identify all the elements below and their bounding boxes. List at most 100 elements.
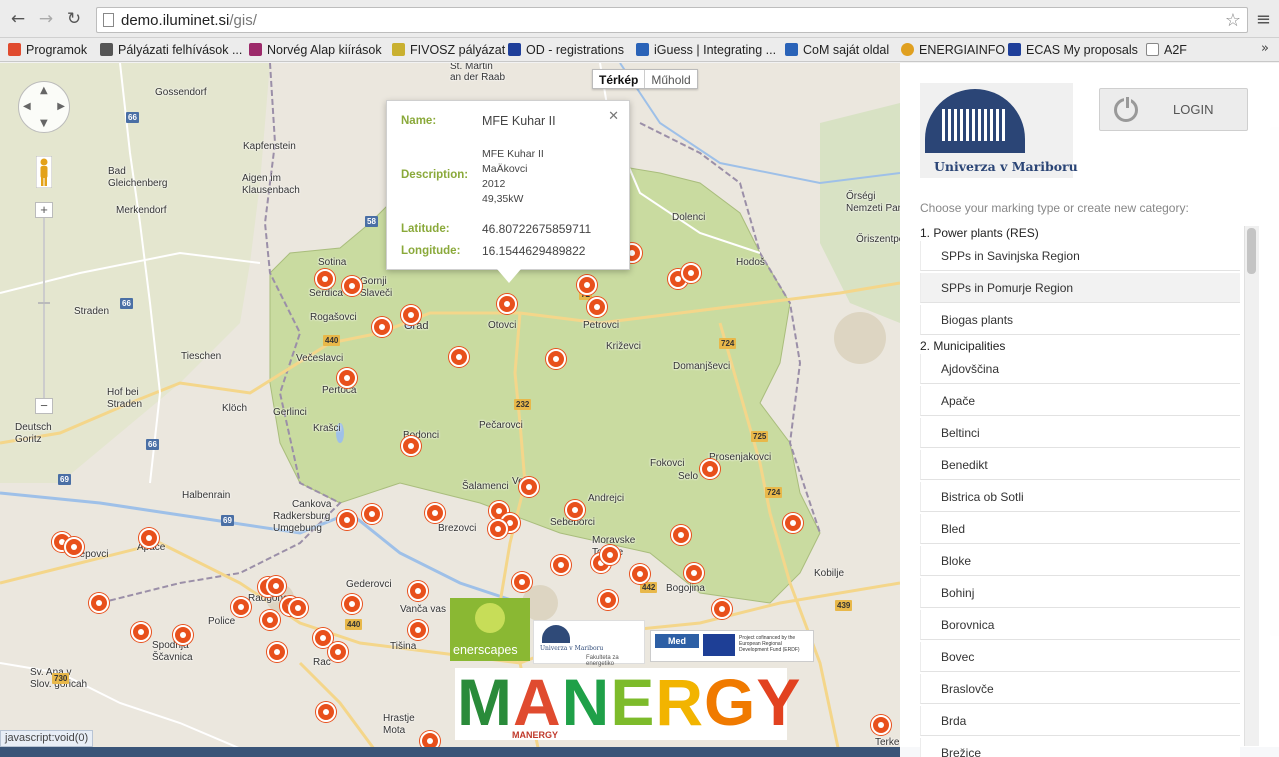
map-canvas[interactable]: Gossendorf St. Martin an der Raab Bad Gl… <box>0 63 900 757</box>
address-bar[interactable]: demo.iluminet.si/gis/ ☆ <box>96 7 1248 33</box>
power-plant-marker[interactable] <box>139 528 159 548</box>
power-plant-marker[interactable] <box>231 597 251 617</box>
bookmark-palyazati[interactable]: Pályázati felhívások ... <box>100 41 242 59</box>
category-item[interactable]: SPPs in Savinjska Region <box>920 241 1240 271</box>
pan-right-icon[interactable]: ▶ <box>57 101 65 112</box>
power-plant-marker[interactable] <box>577 275 597 295</box>
bookmark-fivosz[interactable]: FIVOSZ pályázat <box>392 41 505 59</box>
bookmark-programok[interactable]: Programok <box>8 41 87 59</box>
scrollbar-thumb[interactable] <box>1247 228 1256 274</box>
bookmark-star-icon[interactable]: ☆ <box>1225 10 1241 31</box>
power-plant-marker[interactable] <box>546 349 566 369</box>
power-plant-marker[interactable] <box>316 702 336 722</box>
login-button[interactable]: LOGIN <box>1099 88 1248 131</box>
power-plant-marker[interactable] <box>315 269 335 289</box>
bookmark-iguess[interactable]: iGuess | Integrating ... <box>636 41 776 59</box>
category-item[interactable]: Benedikt <box>920 450 1240 480</box>
power-plant-marker[interactable] <box>362 504 382 524</box>
pan-up-icon[interactable]: ▲ <box>40 85 48 96</box>
street-view-pegman-icon[interactable] <box>36 156 52 188</box>
zoom-in-button[interactable]: + <box>35 202 53 218</box>
power-plant-marker[interactable] <box>684 563 704 583</box>
power-plant-marker-selected[interactable] <box>497 294 517 314</box>
map-type-satellite-button[interactable]: Műhold <box>644 70 696 88</box>
info-description-label: Description: <box>401 169 469 181</box>
power-plant-marker[interactable] <box>328 642 348 662</box>
power-plant-marker[interactable] <box>342 276 362 296</box>
power-plant-marker[interactable] <box>671 525 691 545</box>
info-longitude-label: Longitude: <box>401 245 461 257</box>
bookmark-a2f[interactable]: A2F <box>1146 41 1187 59</box>
pan-control[interactable]: ▲ ▼ ◀ ▶ <box>18 81 70 133</box>
category-item[interactable]: Borovnica <box>920 610 1240 640</box>
pan-down-icon[interactable]: ▼ <box>40 118 48 129</box>
power-plant-marker[interactable] <box>337 510 357 530</box>
power-plant-marker[interactable] <box>712 599 732 619</box>
back-arrow-icon[interactable]: ← <box>8 9 28 29</box>
bookmark-norveg[interactable]: Norvég Alap kiírások <box>249 41 382 59</box>
bookmarks-overflow-icon[interactable]: » <box>1261 41 1269 56</box>
category-item[interactable]: Beltinci <box>920 418 1240 448</box>
reload-icon[interactable]: ↻ <box>64 9 84 29</box>
manergy-letter: N <box>561 665 611 739</box>
browser-menu-icon[interactable]: ≡ <box>1256 9 1271 30</box>
category-item[interactable]: SPPs in Pomurje Region <box>920 273 1240 303</box>
power-plant-marker[interactable] <box>260 610 280 630</box>
power-plant-marker[interactable] <box>598 590 618 610</box>
bookmark-od-registrations[interactable]: OD - registrations <box>508 41 624 59</box>
power-plant-marker[interactable] <box>512 572 532 592</box>
bookmark-com[interactable]: CoM saját oldal <box>785 41 889 59</box>
map-type-control: Térkép Műhold <box>592 69 698 89</box>
power-plant-marker[interactable] <box>630 564 650 584</box>
category-item[interactable]: Bistrica ob Sotli <box>920 482 1240 512</box>
category-item[interactable]: Bloke <box>920 546 1240 576</box>
category-item[interactable]: Bohinj <box>920 578 1240 608</box>
category-scrollbar[interactable] <box>1244 226 1259 746</box>
power-plant-marker[interactable] <box>64 537 84 557</box>
power-plant-marker[interactable] <box>131 622 151 642</box>
bookmark-ecas[interactable]: ECAS My proposals <box>1008 41 1138 59</box>
category-item[interactable]: Brežice <box>920 738 1240 757</box>
power-plant-marker[interactable] <box>600 545 620 565</box>
power-plant-marker[interactable] <box>587 297 607 317</box>
category-item[interactable]: Apače <box>920 386 1240 416</box>
power-plant-marker[interactable] <box>488 519 508 539</box>
bookmark-energiainfo[interactable]: ENERGIAINFO <box>901 41 1005 59</box>
category-item[interactable]: Brda <box>920 706 1240 736</box>
power-plant-marker[interactable] <box>89 593 109 613</box>
category-heading[interactable]: 1. Power plants (RES) <box>920 226 1039 240</box>
power-plant-marker[interactable] <box>288 598 308 618</box>
power-plant-marker[interactable] <box>551 555 571 575</box>
power-plant-marker[interactable] <box>700 459 720 479</box>
power-plant-marker[interactable] <box>408 620 428 640</box>
category-item[interactable]: Bled <box>920 514 1240 544</box>
power-plant-marker[interactable] <box>337 368 357 388</box>
power-plant-marker[interactable] <box>783 513 803 533</box>
power-plant-marker[interactable] <box>408 581 428 601</box>
power-plant-marker[interactable] <box>449 347 469 367</box>
category-item[interactable]: Bovec <box>920 642 1240 672</box>
zoom-out-button[interactable]: − <box>35 398 53 414</box>
power-plant-marker[interactable] <box>519 477 539 497</box>
map-type-map-button[interactable]: Térkép <box>593 70 644 88</box>
map-label: Tieschen <box>181 351 222 362</box>
pan-left-icon[interactable]: ◀ <box>23 101 31 112</box>
power-plant-marker[interactable] <box>425 503 445 523</box>
category-item[interactable]: Biogas plants <box>920 305 1240 335</box>
power-plant-marker[interactable] <box>173 625 193 645</box>
power-plant-marker[interactable] <box>565 500 585 520</box>
category-heading[interactable]: 2. Municipalities <box>920 339 1005 353</box>
category-item[interactable]: Braslovče <box>920 674 1240 704</box>
category-item[interactable]: Ajdovščina <box>920 354 1240 384</box>
power-plant-marker[interactable] <box>401 305 421 325</box>
power-plant-marker[interactable] <box>342 594 362 614</box>
power-plant-marker[interactable] <box>871 715 891 735</box>
close-icon[interactable]: ✕ <box>608 109 619 124</box>
power-plant-marker[interactable] <box>267 642 287 662</box>
map-label: Straden <box>74 306 110 317</box>
power-plant-marker[interactable] <box>266 576 286 596</box>
power-plant-marker[interactable] <box>401 436 421 456</box>
power-plant-marker[interactable] <box>372 317 392 337</box>
power-plant-marker[interactable] <box>681 263 701 283</box>
forward-arrow-icon[interactable]: → <box>36 9 56 29</box>
